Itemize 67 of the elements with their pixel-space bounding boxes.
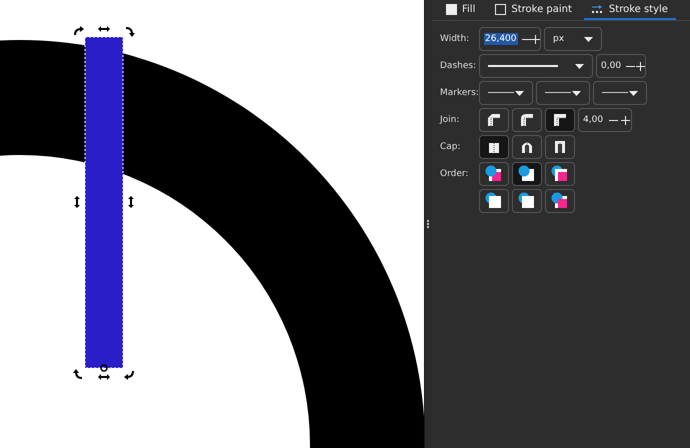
scale-handle[interactable] — [128, 196, 134, 208]
dash-pattern-dropdown[interactable] — [479, 54, 593, 78]
caret-icon — [584, 36, 593, 42]
cap-button[interactable] — [479, 135, 509, 159]
stroke-style-icon — [592, 4, 604, 14]
marker-dropdown[interactable] — [479, 81, 533, 105]
caret-icon — [629, 90, 638, 96]
bevel-join-icon — [486, 112, 502, 128]
paint-order-button[interactable] — [545, 162, 575, 186]
join-button[interactable] — [512, 108, 542, 132]
marker-dropdown[interactable] — [536, 81, 590, 105]
field-label: Dashes: — [440, 61, 476, 71]
join-button[interactable] — [479, 108, 509, 132]
field-label: Width: — [440, 34, 470, 44]
paint-order-icon — [485, 165, 503, 183]
dash-offset-spinbox[interactable]: 0,00 — [596, 54, 646, 78]
plus-icon — [620, 116, 630, 124]
panel-tab[interactable]: Stroke style — [584, 0, 676, 20]
panel-tab[interactable]: Stroke paint — [487, 0, 580, 20]
paint-order-icon — [485, 192, 503, 210]
round-join-icon — [519, 112, 535, 128]
caret-icon — [515, 90, 524, 96]
plus-icon — [636, 62, 644, 70]
cap-button[interactable] — [545, 135, 575, 159]
square-cap-icon — [552, 139, 568, 155]
filled-square-icon — [446, 4, 457, 14]
panel-tab[interactable]: Fill — [438, 0, 484, 20]
field-label: Join: — [440, 115, 460, 125]
selected-rectangle[interactable] — [84, 36, 124, 368]
rotate-handle[interactable] — [124, 370, 134, 380]
unit-dropdown[interactable]: px — [544, 27, 602, 51]
field-label: Order: — [440, 169, 470, 179]
rotate-handle[interactable] — [74, 26, 84, 36]
scale-handle[interactable] — [98, 374, 110, 380]
paint-order-button[interactable] — [512, 189, 542, 213]
miter-limit-value: 4,00 — [582, 115, 604, 125]
paint-order-button[interactable] — [479, 162, 509, 186]
line-icon — [602, 92, 628, 94]
dash-offset-value: 0,00 — [600, 61, 622, 71]
width-spinbox[interactable]: 26,400 — [479, 27, 541, 51]
miter-limit-spinbox[interactable]: 4,00 — [578, 108, 632, 132]
paint-order-button[interactable] — [545, 189, 575, 213]
paint-order-icon — [518, 165, 536, 183]
paint-order-icon — [518, 192, 536, 210]
miter-join-icon — [552, 112, 568, 128]
scale-handle[interactable] — [74, 196, 80, 208]
paint-order-icon — [551, 192, 569, 210]
plus-icon — [530, 34, 540, 44]
paint-order-icon — [551, 165, 569, 183]
marker-dropdown[interactable] — [593, 81, 647, 105]
caret-icon — [575, 64, 584, 68]
rotate-handle[interactable] — [73, 369, 82, 379]
line-icon — [545, 92, 571, 94]
rotate-handle[interactable] — [126, 27, 135, 37]
solid-line-icon — [488, 64, 558, 68]
field-label: Cap: — [440, 142, 462, 152]
join-button[interactable] — [545, 108, 575, 132]
width-value: 26,400 — [484, 33, 518, 45]
scale-handle[interactable] — [98, 26, 110, 32]
paint-order-button[interactable] — [479, 189, 509, 213]
cap-button[interactable] — [512, 135, 542, 159]
outlined-square-icon — [495, 4, 506, 14]
caret-icon — [572, 90, 581, 96]
field-label: Markers: — [440, 88, 476, 98]
line-icon — [488, 92, 514, 94]
center-marker[interactable] — [100, 364, 108, 372]
paint-order-button[interactable] — [512, 162, 542, 186]
